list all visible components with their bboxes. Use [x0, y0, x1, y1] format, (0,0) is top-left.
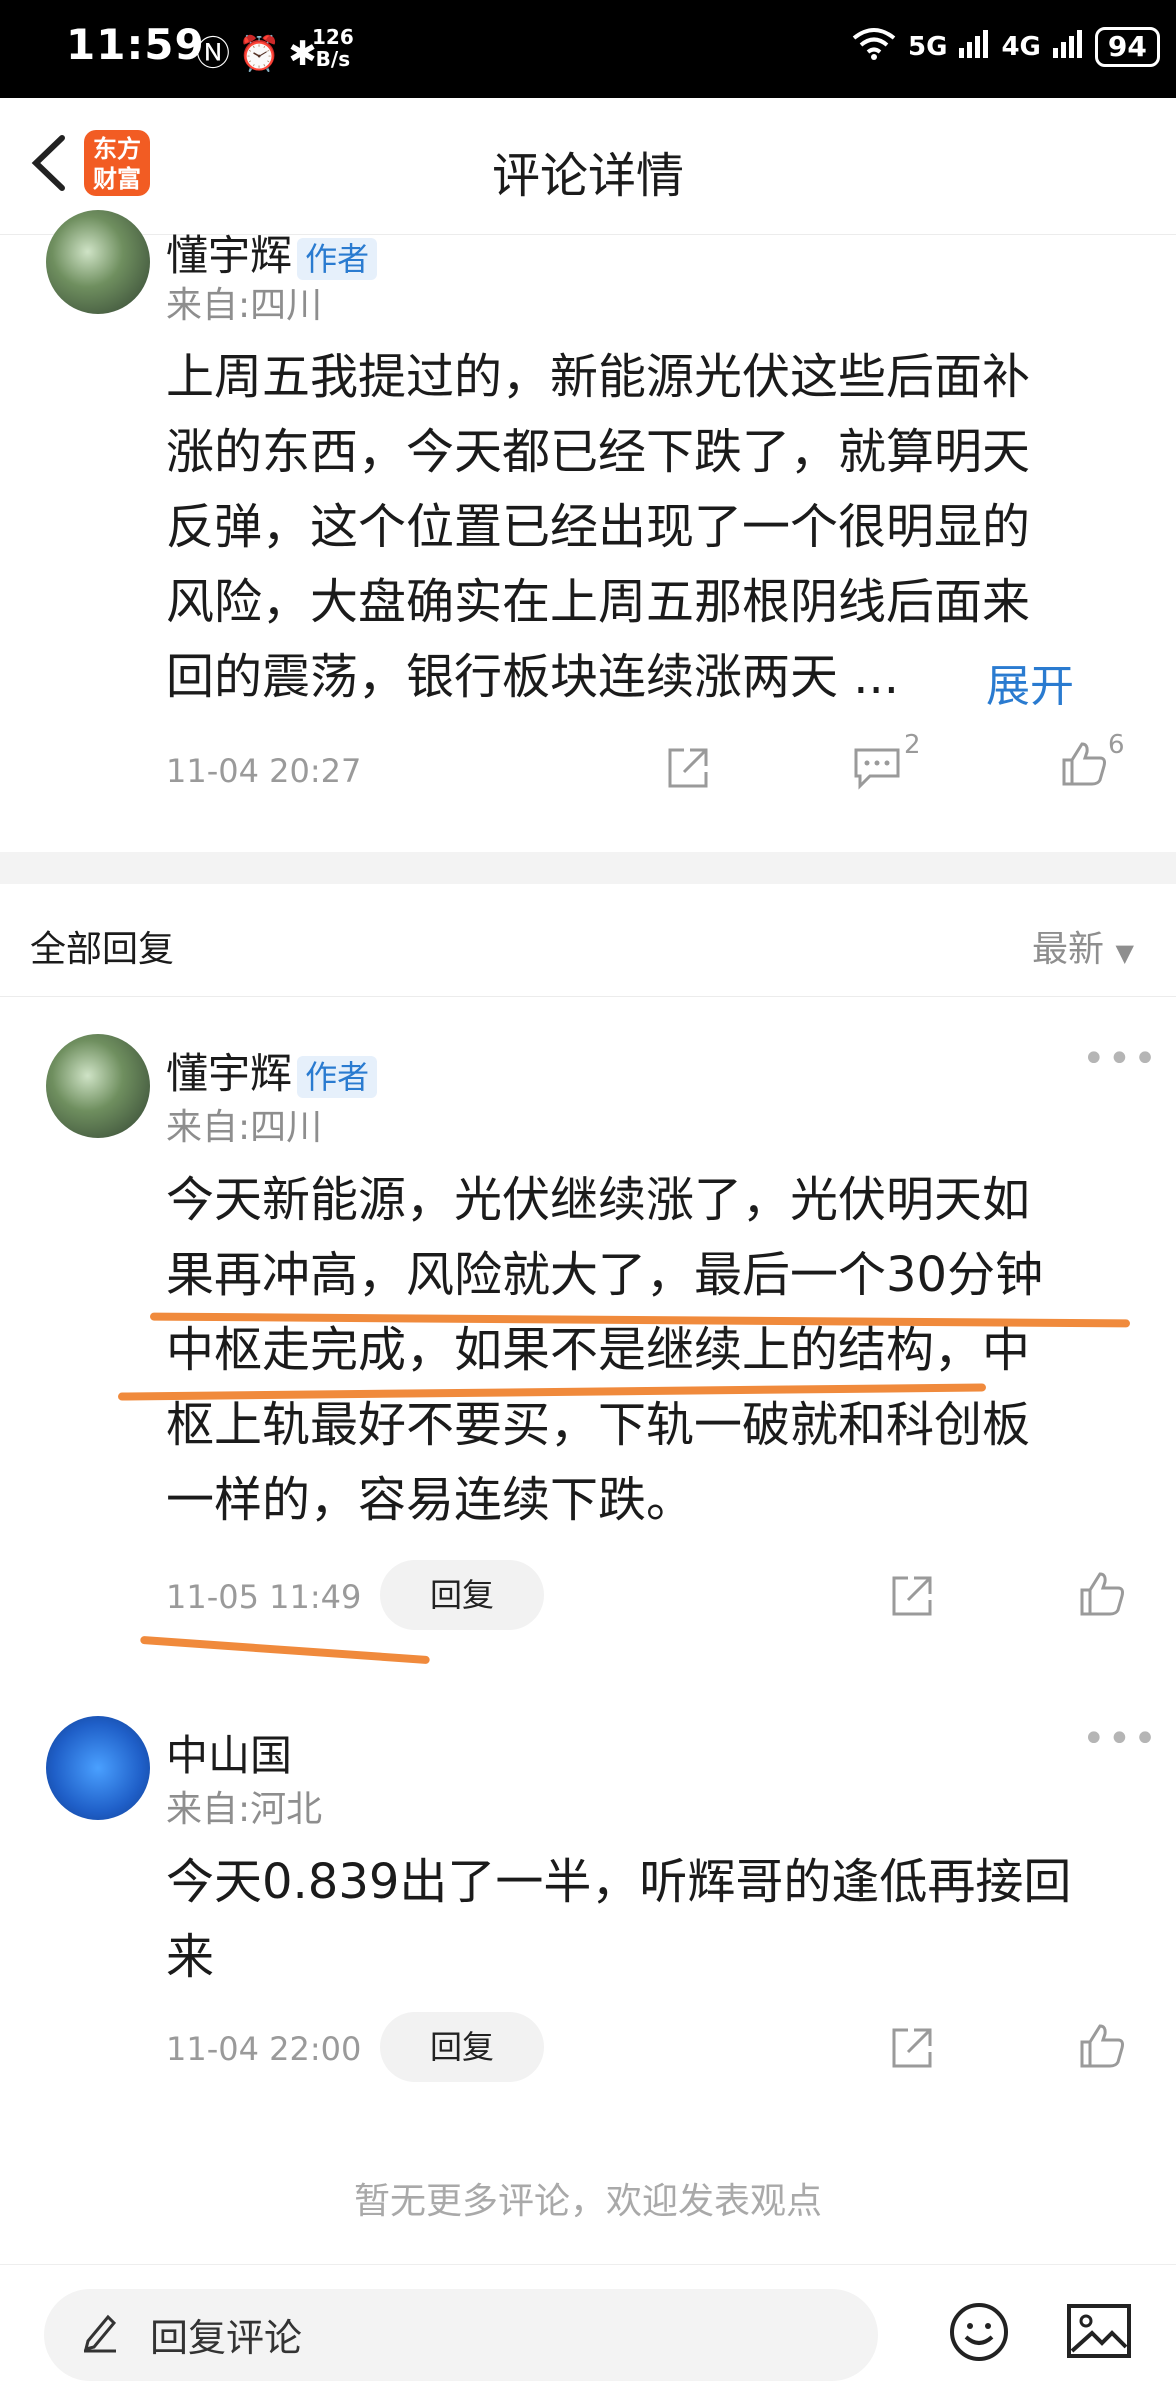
section-divider [0, 852, 1176, 884]
comment-icon [854, 748, 900, 790]
more-options-icon[interactable]: ••• [1082, 1036, 1159, 1082]
emoji-icon [950, 2303, 1008, 2361]
header: 东方 财富 评论详情 [0, 98, 1176, 235]
share-icon [892, 1576, 932, 1616]
author-name[interactable]: 懂宇辉 [166, 231, 292, 280]
comment-button[interactable]: 2 [852, 730, 921, 796]
divider [0, 996, 1176, 997]
signal-4g-label: 4G [1001, 31, 1041, 62]
highlight-underline [140, 1635, 430, 1665]
like-button[interactable]: 6 [1060, 730, 1125, 792]
sort-dropdown[interactable]: 最新 ▼ [1032, 920, 1134, 972]
status-right: 5G 4G 94 [852, 26, 1160, 67]
signal-icon [959, 28, 989, 65]
avatar[interactable] [46, 1034, 150, 1138]
network-speed: 126 B/s [312, 25, 354, 71]
avatar[interactable] [46, 210, 150, 314]
more-options-icon[interactable]: ••• [1082, 1716, 1159, 1762]
alarm-icon: ⏰ [238, 34, 289, 74]
like-count: 6 [1108, 730, 1125, 760]
caret-down-icon: ▼ [1115, 939, 1134, 967]
share-button[interactable] [888, 1572, 936, 1624]
signal-icon [1052, 28, 1083, 65]
like-button[interactable] [1078, 1570, 1126, 1622]
author-location: 来自:四川 [166, 1107, 323, 1148]
no-more-comments: 暂无更多评论，欢迎发表观点 [353, 2181, 822, 2222]
clock: 11:59 [66, 20, 205, 69]
author-tag: 作者 [297, 238, 378, 280]
author-row: 懂宇辉 作者 [166, 222, 378, 283]
reply-time: 11-04 22:00 [166, 2030, 362, 2068]
emoji-button[interactable] [948, 2301, 1010, 2367]
reply-time: 11-05 11:49 [166, 1578, 362, 1616]
status-bar: 11:59 Ⓝ⏰✱ 126 B/s 5G 4G 94 [0, 0, 1176, 98]
bottom-bar: 回复评论 [0, 2264, 1176, 2401]
page-title: 评论详情 [491, 148, 684, 204]
comment-count: 2 [904, 730, 921, 760]
battery-icon: 94 [1094, 26, 1160, 67]
nfc-icon: Ⓝ [196, 34, 238, 74]
reply-content: 今天新能源，光伏继续涨了，光伏明天如 果再冲高，风险就大了，最后一个30分钟 中… [166, 1172, 1044, 1528]
image-button[interactable] [1066, 2303, 1132, 2363]
reply-button[interactable]: 回复 [380, 2012, 544, 2082]
thumb-up-icon [1080, 2024, 1124, 2068]
author-name[interactable]: 中山国 [166, 1731, 292, 1780]
pencil-icon [80, 2309, 120, 2357]
wifi-icon [852, 26, 896, 67]
share-button[interactable] [664, 744, 712, 796]
expand-link[interactable]: 展开 [986, 650, 1074, 714]
avatar[interactable] [46, 1716, 150, 1820]
share-button[interactable] [888, 2024, 936, 2076]
like-button[interactable] [1078, 2022, 1126, 2074]
status-icons: Ⓝ⏰✱ [196, 26, 325, 75]
author-location: 来自:河北 [166, 1789, 323, 1830]
share-icon [668, 748, 708, 788]
image-icon [1067, 2304, 1131, 2358]
signal-5g-label: 5G [908, 31, 948, 62]
replies-title: 全部回复 [30, 929, 175, 970]
reply-input-placeholder: 回复评论 [150, 2316, 303, 2360]
comment-time: 11-04 20:27 [166, 752, 362, 790]
author-location: 来自:四川 [166, 285, 323, 326]
author-row: 懂宇辉 作者 [166, 1040, 378, 1101]
reply-button[interactable]: 回复 [380, 1560, 544, 1630]
author-tag: 作者 [297, 1056, 378, 1098]
author-name[interactable]: 懂宇辉 [166, 1049, 292, 1098]
thumb-up-icon [1080, 1572, 1124, 1616]
thumb-up-icon [1062, 742, 1106, 786]
comment-content: 上周五我提过的，新能源光伏这些后面补 涨的东西，今天都已经下跌了，就算明天 反弹… [166, 349, 1031, 705]
reply-content: 今天0.839出了一半，听辉哥的逢低再接回 来 [166, 1854, 1072, 1985]
author-row: 中山国 [166, 1722, 292, 1783]
share-icon [892, 2028, 932, 2068]
